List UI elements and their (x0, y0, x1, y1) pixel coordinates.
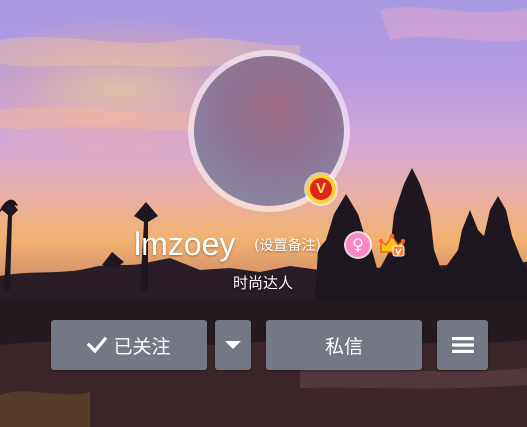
verification-title: 时尚达人 (233, 274, 294, 292)
private-message-label: 私信 (324, 335, 363, 358)
caret-down-icon (225, 341, 241, 349)
check-icon (87, 336, 108, 354)
female-icon[interactable]: ♀ (346, 233, 370, 257)
more-menu-button[interactable] (437, 320, 488, 370)
private-message-button[interactable]: 私信 (266, 320, 422, 370)
followed-label: 已关注 (113, 335, 171, 358)
followed-button[interactable]: 已关注 (51, 320, 207, 370)
profile-name: lmzoey (134, 226, 236, 262)
hamburger-menu-icon (451, 337, 474, 353)
follow-options-dropdown[interactable] (215, 320, 251, 370)
set-remark-link[interactable]: (设置备注) (254, 236, 321, 256)
profile-cover: V lmzoey (设置备注) ♀ 时尚达人 已关注 私信 (0, 0, 527, 427)
crown-vip-icon[interactable] (378, 232, 406, 258)
verified-v-letter: V (310, 178, 332, 200)
verified-v-badge-icon[interactable]: V (306, 174, 336, 204)
